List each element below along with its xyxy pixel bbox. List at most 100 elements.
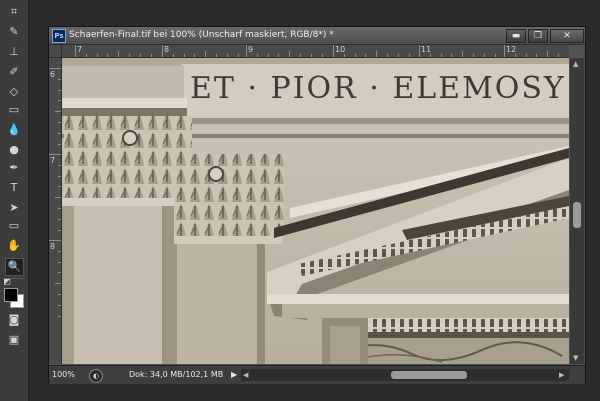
document-title: Schaerfen-Final.tif bei 100% (Unscharf m… bbox=[69, 30, 334, 40]
status-menu-arrow[interactable]: ▶ bbox=[231, 368, 237, 381]
image-canvas[interactable]: ET · PIOR · ELEMOSY bbox=[62, 58, 569, 364]
type-tool-icon[interactable]: T bbox=[5, 180, 23, 196]
ruler-tick bbox=[58, 272, 61, 274]
minimize-button[interactable]: ▬ bbox=[506, 29, 526, 43]
scroll-right-arrow[interactable]: ▶ bbox=[559, 371, 564, 379]
blur-tool-icon[interactable]: 💧 bbox=[5, 122, 23, 138]
ruler-label: 8 bbox=[50, 242, 56, 251]
ruler-tick bbox=[129, 54, 130, 57]
ruler-tick bbox=[408, 54, 410, 57]
ruler-tick bbox=[504, 45, 505, 57]
brush-tool-icon[interactable]: ✎ bbox=[5, 24, 23, 40]
ruler-tick bbox=[300, 54, 301, 57]
ruler-tick bbox=[194, 54, 196, 57]
ruler-tick bbox=[536, 54, 538, 57]
stamp-tool-icon[interactable]: ⊥ bbox=[5, 44, 23, 60]
tools-panel: ⌗ ✎ ⊥ ✐ ◇ ▭ 💧 ● ✒ T ➤ ▭ ✋ 🔍 ◩ ◙ ▣ bbox=[0, 0, 29, 401]
ruler-tick bbox=[58, 304, 61, 306]
ruler-tick bbox=[55, 283, 61, 285]
scroll-down-arrow[interactable]: ▼ bbox=[573, 354, 578, 362]
ruler-label: 11 bbox=[421, 45, 432, 54]
ruler-tick bbox=[58, 208, 61, 209]
ruler-label: 7 bbox=[77, 45, 83, 54]
ruler-label: 7 bbox=[50, 156, 56, 165]
history-brush-icon[interactable]: ✐ bbox=[5, 64, 23, 80]
ruler-tick bbox=[440, 54, 442, 57]
screen-mode-icon[interactable]: ▣ bbox=[5, 332, 23, 348]
ruler-tick bbox=[525, 54, 527, 57]
ruler-tick bbox=[205, 51, 207, 57]
ruler-origin[interactable] bbox=[49, 45, 62, 58]
ruler-tick bbox=[96, 54, 98, 57]
vertical-scrollbar[interactable]: ▲ ▼ bbox=[570, 58, 584, 364]
ruler-tick bbox=[58, 218, 61, 220]
ruler-tick bbox=[376, 51, 378, 57]
gradient-tool-icon[interactable]: ▭ bbox=[5, 102, 23, 118]
ruler-tick bbox=[310, 54, 312, 57]
ruler-tick bbox=[49, 240, 61, 241]
ruler-tick bbox=[473, 54, 474, 57]
horizontal-scroll-thumb[interactable] bbox=[391, 371, 467, 379]
ruler-tick bbox=[246, 45, 247, 57]
rectangle-tool-icon[interactable]: ▭ bbox=[5, 218, 23, 234]
document-window: Ps Schaerfen-Final.tif bei 100% (Unschar… bbox=[48, 26, 586, 384]
ruler-tick bbox=[237, 54, 239, 57]
vertical-ruler[interactable]: 6 7 8 bbox=[49, 58, 62, 364]
ruler-tick bbox=[558, 54, 559, 57]
ruler-tick bbox=[58, 100, 61, 102]
ruler-tick bbox=[55, 197, 61, 199]
ruler-tick bbox=[85, 54, 87, 57]
crop-tool-icon[interactable]: ⌗ bbox=[5, 4, 23, 20]
quick-mask-icon[interactable]: ◙ bbox=[5, 312, 23, 328]
ruler-tick bbox=[289, 51, 291, 57]
horizontal-ruler[interactable]: 7 8 9 10 11 12 bbox=[62, 45, 569, 58]
zoom-level-field[interactable]: 100% bbox=[52, 368, 84, 381]
dodge-tool-icon[interactable]: ● bbox=[5, 142, 23, 158]
photoshop-logo-icon: Ps bbox=[52, 29, 66, 43]
status-info-icon[interactable]: ◐ bbox=[89, 369, 103, 383]
ruler-tick bbox=[58, 122, 61, 123]
ruler-tick bbox=[343, 54, 345, 57]
ruler-tick bbox=[216, 54, 217, 57]
eraser-tool-icon[interactable]: ◇ bbox=[5, 84, 23, 100]
architecture-photo: ET · PIOR · ELEMOSY bbox=[62, 58, 569, 364]
inscription-text: ET · PIOR · ELEMOSY bbox=[190, 71, 566, 106]
ruler-tick bbox=[58, 175, 61, 177]
ruler-tick bbox=[58, 143, 61, 145]
hand-tool-icon[interactable]: ✋ bbox=[5, 238, 23, 254]
ruler-tick bbox=[397, 54, 399, 57]
ruler-label: 10 bbox=[335, 45, 346, 54]
ruler-tick bbox=[58, 315, 61, 317]
ruler-tick bbox=[494, 54, 496, 57]
ruler-tick bbox=[387, 54, 388, 57]
ruler-label: 12 bbox=[506, 45, 517, 54]
ruler-tick bbox=[58, 261, 61, 263]
close-button[interactable]: ✕ bbox=[550, 29, 584, 43]
ruler-tick bbox=[278, 54, 280, 57]
ruler-tick bbox=[162, 45, 163, 57]
ruler-tick bbox=[267, 54, 269, 57]
document-title-bar[interactable]: Ps Schaerfen-Final.tif bei 100% (Unschar… bbox=[49, 27, 585, 45]
restore-button[interactable]: ❐ bbox=[528, 29, 548, 43]
vertical-scroll-thumb[interactable] bbox=[573, 202, 581, 228]
ruler-tick bbox=[75, 45, 76, 57]
ruler-tick bbox=[256, 54, 258, 57]
scroll-left-arrow[interactable]: ◀ bbox=[243, 371, 248, 379]
horizontal-scrollbar[interactable]: ◀ ▶ bbox=[241, 369, 569, 381]
foreground-color-swatch[interactable] bbox=[4, 288, 18, 302]
path-selection-icon[interactable]: ➤ bbox=[5, 200, 23, 216]
ruler-tick bbox=[58, 164, 61, 166]
ruler-tick bbox=[183, 54, 185, 57]
ruler-label: 8 bbox=[164, 45, 170, 54]
status-bar: 100% ◐ Dok: 34,0 MB/102,1 MB ▶ ◀ ▶ bbox=[49, 365, 585, 384]
ruler-tick bbox=[58, 132, 61, 134]
ruler-tick bbox=[514, 54, 516, 57]
ruler-tick bbox=[58, 250, 61, 252]
scroll-up-arrow[interactable]: ▲ bbox=[573, 60, 578, 68]
pen-tool-icon[interactable]: ✒ bbox=[5, 160, 23, 176]
ruler-label: 6 bbox=[50, 70, 56, 79]
ruler-tick bbox=[226, 54, 228, 57]
ruler-tick bbox=[365, 54, 367, 57]
ruler-tick bbox=[172, 54, 174, 57]
ruler-tick bbox=[118, 51, 120, 57]
